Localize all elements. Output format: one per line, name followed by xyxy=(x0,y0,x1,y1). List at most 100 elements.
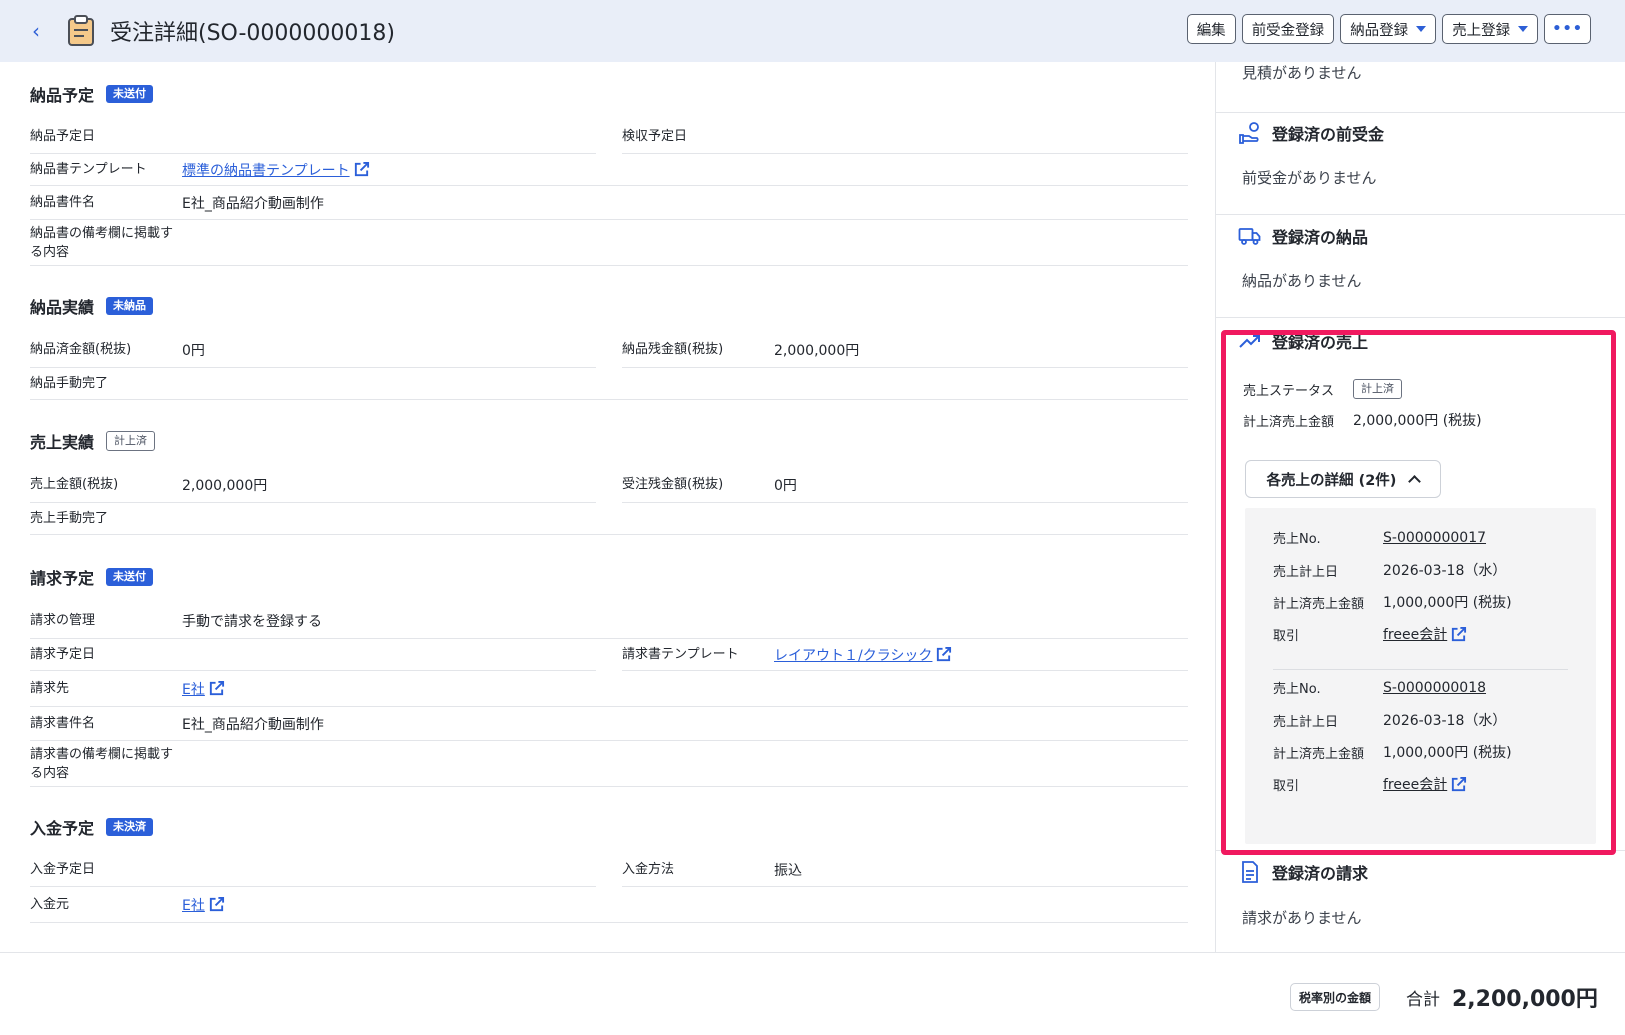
item-label: 売上No. xyxy=(1273,682,1321,697)
item-label: 計上済売上金額 xyxy=(1273,746,1365,762)
payment-date-field: 入金予定日 xyxy=(30,853,596,887)
item-label: 取引 xyxy=(1273,778,1300,794)
status-badge: 未送付 xyxy=(106,568,154,586)
field-label: 納品予定日 xyxy=(30,129,96,144)
sales-status-label: 売上ステータス xyxy=(1243,383,1335,399)
caret-down-icon xyxy=(1416,26,1427,32)
item-label: 売上計上日 xyxy=(1273,714,1339,730)
sales-no-link[interactable]: S-0000000018 xyxy=(1383,680,1486,696)
payment-from-field: 入金元 E社 xyxy=(30,887,1188,923)
delivery-section-title: 登録済の納品 xyxy=(1272,228,1369,247)
sales-section-title: 登録済の売上 xyxy=(1272,333,1369,352)
billing-section-title: 登録済の請求 xyxy=(1272,864,1369,883)
field-label: 請求先 xyxy=(30,681,70,696)
divider xyxy=(1273,669,1568,670)
header-actions: 編集 前受金登録 納品登録 売上登録 ••• xyxy=(1186,14,1591,44)
field-label: 受注残金額(税抜) xyxy=(622,477,724,492)
billing-manage-field: 請求の管理 手動で請求を登録する xyxy=(30,603,1188,639)
sales-no-link[interactable]: S-0000000017 xyxy=(1383,530,1486,546)
delivery-template-link[interactable]: 標準の納品書テンプレート xyxy=(182,160,370,180)
field-value: 2,000,000円 xyxy=(182,477,268,494)
billing-to-link[interactable]: E社 xyxy=(182,679,225,699)
delivery-empty-text: 納品がありません xyxy=(1242,272,1362,290)
field-label: 請求書テンプレート xyxy=(622,647,739,662)
payment-from-link[interactable]: E社 xyxy=(182,895,225,915)
page-footer: 税率別の金額 合計 2,200,000円 xyxy=(0,952,1625,1035)
field-label: 納品書テンプレート xyxy=(30,162,147,177)
delivery-section-header: 登録済の納品 xyxy=(1238,224,1368,248)
hand-coin-icon xyxy=(1239,122,1259,144)
field-label: 入金予定日 xyxy=(30,862,96,877)
field-label: 入金元 xyxy=(30,897,70,912)
tax-button-label: 税率別の金額 xyxy=(1299,990,1372,1005)
billing-template-link[interactable]: レイアウト１/クラシック xyxy=(774,645,952,665)
advance-section-header: 登録済の前受金 xyxy=(1238,121,1384,145)
delivery-plan-title: 納品予定 xyxy=(30,86,95,105)
delivery-manual-field: 納品手動完了 xyxy=(30,368,1188,400)
field-label: 納品書の備考欄に掲載する内容 xyxy=(30,225,174,260)
item-label: 売上計上日 xyxy=(1273,564,1339,580)
status-badge: 未納品 xyxy=(106,297,154,315)
field-label: 納品書件名 xyxy=(30,195,96,210)
delivery-register-label: 納品登録 xyxy=(1350,22,1409,39)
sales-manual-field: 売上手動完了 xyxy=(30,503,1188,535)
status-badge: 計上済 xyxy=(106,431,156,451)
link-text: freee会計 xyxy=(1383,627,1448,643)
sales-item-amount-row: 計上済売上金額 1,000,000円 (税抜) xyxy=(1273,592,1512,612)
sales-item-deal-row: 取引 freee会計 xyxy=(1273,774,1467,794)
sales-amount-value: 2,000,000円 (税抜) xyxy=(1353,413,1482,429)
billing-to-field: 請求先 E社 xyxy=(30,671,1188,707)
estimate-empty-text: 見積がありません xyxy=(1242,64,1362,82)
document-icon xyxy=(1242,861,1258,883)
edit-button-label: 編集 xyxy=(1196,22,1226,39)
trending-up-icon xyxy=(1239,335,1260,348)
item-label: 計上済売上金額 xyxy=(1273,596,1365,612)
status-badge: 計上済 xyxy=(1353,379,1402,399)
page-header: ‹ 受注詳細(SO-0000000018) 編集 前受金登録 納品登録 売上登録… xyxy=(0,0,1625,62)
sales-amount-field: 売上金額(税抜) 2,000,000円 xyxy=(30,467,596,503)
back-arrow-icon[interactable]: ‹ xyxy=(18,13,54,49)
more-menu-button[interactable]: ••• xyxy=(1544,14,1591,44)
status-badge: 未決済 xyxy=(106,818,154,836)
delivery-remaining-field: 納品残金額(税抜) 2,000,000円 xyxy=(622,332,1188,368)
sales-amount-row: 計上済売上金額 2,000,000円 (税抜) xyxy=(1243,410,1482,430)
total-label: 合計 xyxy=(1406,990,1440,1010)
external-link-icon xyxy=(354,161,369,177)
link-text: E社 xyxy=(182,897,205,914)
sales-register-button[interactable]: 売上登録 xyxy=(1442,14,1539,44)
item-label: 取引 xyxy=(1273,628,1300,644)
field-label: 請求の管理 xyxy=(30,613,96,628)
field-value: E社_商品紹介動画制作 xyxy=(182,195,324,212)
sales-item-deal-row: 取引 freee会計 xyxy=(1273,624,1467,644)
sales-result-section: 売上実績 計上済 売上金額(税抜) 2,000,000円 受注残金額(税抜) 0… xyxy=(30,429,1188,547)
tax-breakdown-button[interactable]: 税率別の金額 xyxy=(1290,983,1381,1011)
more-dots-icon: ••• xyxy=(1552,21,1583,37)
delivery-result-section: 納品実績 未納品 納品済金額(税抜) 0円 納品残金額(税抜) 2,000,00… xyxy=(30,294,1188,412)
billing-date-field: 請求予定日 xyxy=(30,639,596,671)
field-label: 検収予定日 xyxy=(622,129,688,144)
field-label: 納品残金額(税抜) xyxy=(622,342,724,357)
edit-button[interactable]: 編集 xyxy=(1186,14,1236,44)
field-value: 0円 xyxy=(182,342,205,359)
item-label: 売上No. xyxy=(1273,532,1321,547)
divider xyxy=(1216,112,1625,113)
deal-link[interactable]: freee会計 xyxy=(1383,624,1467,644)
billing-name-field: 請求書件名 E社_商品紹介動画制作 xyxy=(30,707,1188,741)
delivery-register-button[interactable]: 納品登録 xyxy=(1340,14,1437,44)
payment-plan-section: 入金予定 未決済 入金予定日 入金方法 振込 入金元 E社 xyxy=(30,815,1188,933)
delivery-template-field: 納品書テンプレート 標準の納品書テンプレート xyxy=(30,154,1188,186)
sales-detail-toggle-button[interactable]: 各売上の詳細 (2件) xyxy=(1245,460,1441,498)
deal-link[interactable]: freee会計 xyxy=(1383,774,1467,794)
chevron-up-icon xyxy=(1408,475,1422,488)
billing-empty-text: 請求がありません xyxy=(1242,909,1362,927)
sales-register-label: 売上登録 xyxy=(1452,22,1511,39)
advance-register-button[interactable]: 前受金登録 xyxy=(1241,14,1335,44)
delivery-result-title: 納品実績 xyxy=(30,298,95,317)
payment-method-field: 入金方法 振込 xyxy=(622,853,1188,887)
advance-register-label: 前受金登録 xyxy=(1251,22,1325,39)
clipboard-icon xyxy=(68,15,94,46)
sales-item-date-row: 売上計上日 2026-03-18（水） xyxy=(1273,710,1506,730)
page-title: 受注詳細(SO-0000000018) xyxy=(110,21,395,46)
sales-amount-label: 計上済売上金額 xyxy=(1243,414,1335,430)
field-label: 入金方法 xyxy=(622,862,675,877)
